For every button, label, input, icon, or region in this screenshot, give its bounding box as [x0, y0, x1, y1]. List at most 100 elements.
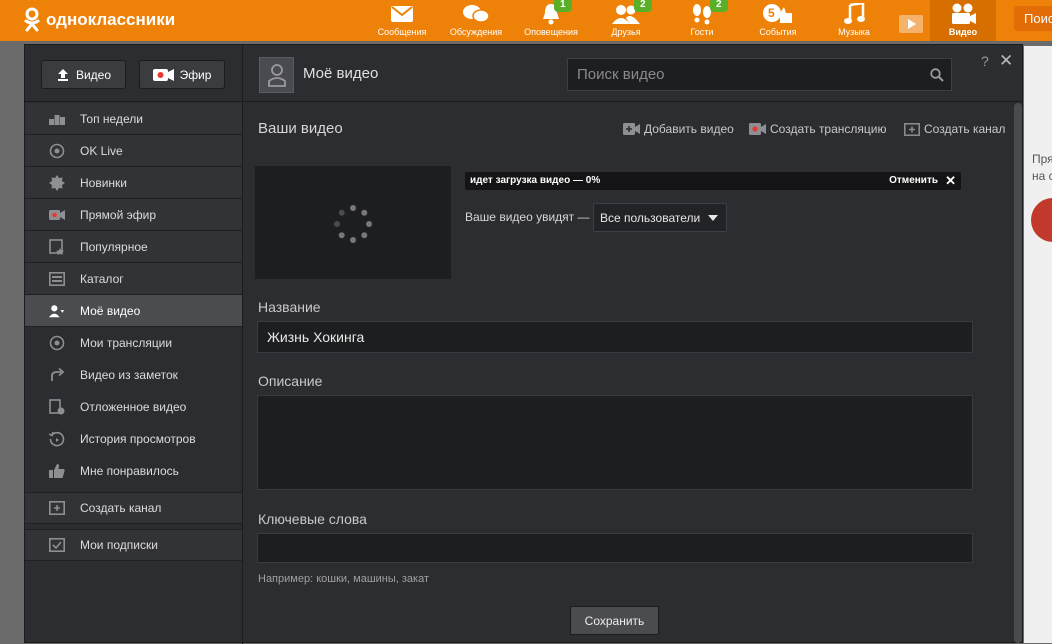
upload-progress-bar: идет загрузка видео — 0% Отменить ✕: [465, 172, 961, 190]
title-label: Название: [258, 299, 321, 315]
upload-video-label: Видео: [75, 67, 112, 82]
sidebar-item-notes-video[interactable]: Видео из заметок: [25, 359, 242, 391]
scrollbar[interactable]: [1014, 103, 1022, 643]
popular-film-icon: [49, 238, 64, 255]
sidebar-item-label: Популярное: [80, 239, 148, 254]
catalog-icon: [49, 271, 65, 286]
nav-discussions-label: Обсуждения: [449, 27, 503, 37]
sidebar-item-label: Моё видео: [80, 303, 141, 318]
sidebar-item-history[interactable]: История просмотров: [25, 423, 242, 455]
subscriptions-icon: [49, 538, 65, 552]
caret-down-icon: [708, 215, 718, 221]
video-search-input[interactable]: [568, 59, 951, 90]
guests-badge: 2: [710, 0, 728, 12]
sidebar-item-label: Прямой эфир: [80, 207, 156, 222]
sidebar-item-new[interactable]: Новинки: [25, 167, 242, 199]
create-channel-icon: [904, 122, 920, 136]
nav-events[interactable]: 5 События: [740, 0, 816, 41]
section-heading: Ваши видео: [258, 120, 343, 137]
sidebar-item-deferred[interactable]: Отложенное видео: [25, 391, 242, 423]
add-video-link[interactable]: Добавить видео: [623, 122, 734, 136]
create-channel-link[interactable]: Создать канал: [904, 122, 1005, 136]
sidebar-item-ok-live[interactable]: OK Live: [25, 135, 242, 167]
close-button[interactable]: ✕: [999, 51, 1013, 71]
nav-guests[interactable]: Гости 2: [664, 0, 740, 41]
visibility-dropdown[interactable]: Все пользователи: [593, 203, 727, 232]
title-input[interactable]: Жизнь Хокинга: [257, 321, 973, 353]
nav-events-label: События: [759, 27, 797, 37]
sidebar-item-subscriptions[interactable]: Мои подписки: [25, 529, 242, 561]
my-video-user-icon: [49, 304, 65, 317]
sidebar-item-label: Создать канал: [80, 501, 162, 515]
top-nav: Сообщения Обсуждения Оповещения 1 Друзья…: [366, 0, 996, 41]
visibility-value: Все пользователи: [600, 211, 701, 225]
create-stream-label: Создать трансляцию: [770, 122, 887, 136]
sidebar-item-live[interactable]: Прямой эфир: [25, 199, 242, 231]
top-navigation-bar: одноклассники Сообщения Обсуждения Опове…: [0, 0, 1052, 41]
nav-video[interactable]: Видео: [930, 0, 996, 41]
nav-music[interactable]: Музыка: [816, 0, 892, 41]
nav-guests-label: Гости: [690, 27, 714, 37]
sidebar: Топ недели OK Live Новинки Прямой эфир П…: [25, 103, 242, 561]
deferred-video-icon: [49, 399, 65, 415]
main-content: Ваши видео Добавить видео Создать трансл…: [243, 103, 1013, 643]
envelope-icon: [391, 6, 413, 22]
nav-messages[interactable]: Сообщения: [366, 0, 438, 41]
description-label: Описание: [258, 373, 323, 389]
ok-live-icon: [49, 143, 65, 158]
user-placeholder-icon: [267, 64, 286, 87]
sidebar-item-label: История просмотров: [80, 432, 196, 446]
music-note-icon: [844, 3, 865, 24]
page-title: Моё видео: [303, 65, 379, 82]
create-stream-link[interactable]: Создать трансляцию: [749, 122, 886, 136]
nav-music-label: Музыка: [838, 27, 870, 37]
sidebar-item-popular[interactable]: Популярное: [25, 231, 242, 263]
close-icon[interactable]: ✕: [945, 173, 956, 189]
nav-video-label: Видео: [948, 27, 978, 37]
events-like-icon: [763, 4, 792, 23]
visibility-label: Ваше видео увидят —: [465, 210, 590, 224]
sidebar-item-label: Топ недели: [80, 111, 143, 126]
add-video-label: Добавить видео: [644, 122, 734, 136]
cancel-upload-button[interactable]: Отменить: [889, 175, 938, 186]
top-search-button[interactable]: Поиск: [1014, 6, 1052, 31]
live-camera-icon: [152, 68, 174, 81]
search-icon[interactable]: [930, 68, 944, 82]
sidebar-item-liked[interactable]: Мне понравилось: [25, 455, 242, 487]
nav-notifications[interactable]: Оповещения 1: [514, 0, 588, 41]
events-count: 5: [768, 6, 775, 20]
ok-logo[interactable]: одноклассники: [24, 6, 175, 34]
nav-discussions[interactable]: Обсуждения: [438, 0, 514, 41]
sidebar-item-catalog[interactable]: Каталог: [25, 263, 242, 295]
sidebar-item-label: Мои трансляции: [80, 336, 173, 350]
nav-friends-label: Друзья: [611, 27, 641, 37]
save-button[interactable]: Сохранить: [570, 606, 659, 635]
user-avatar[interactable]: [259, 57, 294, 93]
nav-friends[interactable]: Друзья 2: [588, 0, 664, 41]
sidebar-item-label: Видео из заметок: [80, 368, 178, 382]
sidebar-item-label: OK Live: [80, 143, 123, 158]
sidebar-item-my-broadcasts[interactable]: Мои трансляции: [25, 327, 242, 359]
nav-video-play[interactable]: [892, 0, 930, 41]
create-channel-icon: [49, 501, 65, 515]
help-button[interactable]: ?: [981, 53, 989, 69]
description-textarea[interactable]: [257, 395, 973, 490]
keywords-input[interactable]: [257, 533, 973, 563]
sidebar-item-label: Мои подписки: [80, 538, 158, 552]
keywords-label: Ключевые слова: [258, 511, 367, 527]
notifications-badge: 1: [554, 0, 572, 12]
sidebar-item-label: Мне понравилось: [80, 464, 179, 478]
background-text-line1: Пря: [1032, 152, 1052, 166]
upload-video-button[interactable]: Видео: [41, 60, 126, 89]
sidebar-item-top-week[interactable]: Топ недели: [25, 103, 242, 135]
thumbs-up-icon: [49, 464, 65, 478]
podium-icon: [49, 114, 65, 125]
sidebar-item-my-video[interactable]: Моё видео: [25, 295, 242, 327]
sidebar-item-create-channel[interactable]: Создать канал: [25, 492, 242, 524]
video-search[interactable]: [567, 58, 952, 91]
video-camera-icon: [952, 3, 976, 24]
live-button[interactable]: Эфир: [139, 60, 225, 89]
live-camera-icon: [49, 209, 65, 220]
background-page-fragment: Пря на с: [1024, 46, 1052, 643]
background-text-line2: на с: [1032, 169, 1052, 183]
